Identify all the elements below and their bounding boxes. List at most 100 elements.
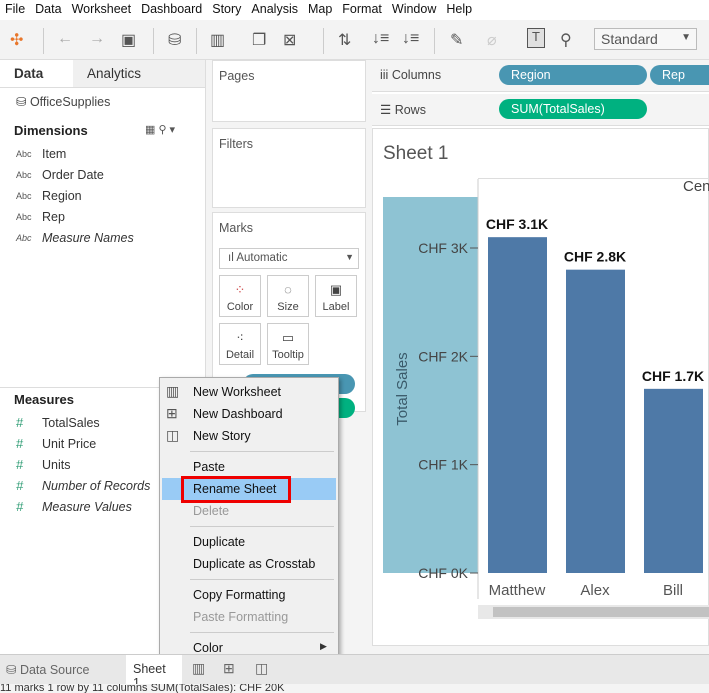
menu-item-paste-formatting[interactable]: Paste Formatting xyxy=(193,610,288,624)
field-unit-price[interactable]: # Unit Price xyxy=(16,436,96,451)
sort-descending-icon[interactable]: ↓≡ xyxy=(402,30,419,48)
menu-item-delete[interactable]: Delete xyxy=(193,504,229,518)
menu-worksheet[interactable]: Worksheet xyxy=(67,0,137,20)
number-type-icon: # xyxy=(16,478,24,493)
filters-card[interactable]: Filters xyxy=(212,128,366,208)
field-order-date[interactable]: Abc Order Date xyxy=(16,168,104,182)
detail-icon: ⁖ xyxy=(236,330,244,345)
rows-shelf[interactable]: ☰ Rows SUM(TotalSales) xyxy=(372,94,709,126)
menu-help[interactable]: Help xyxy=(441,0,477,20)
menu-item-new-worksheet[interactable]: New Worksheet xyxy=(193,385,281,399)
tab-data[interactable]: Data xyxy=(0,60,73,87)
tab-analytics[interactable]: Analytics xyxy=(73,60,155,87)
menu-dashboard[interactable]: Dashboard xyxy=(136,0,207,20)
attach-icon[interactable]: ⌀ xyxy=(487,30,497,50)
new-datasource-icon[interactable]: ⛁ xyxy=(168,30,181,50)
button-label: Color xyxy=(226,301,254,313)
swap-icon[interactable]: ⇅ xyxy=(338,30,351,50)
columns-shelf[interactable]: iii Columns Region Rep xyxy=(372,60,709,92)
mark-type-dropdown[interactable]: ıl Automatic ▼ xyxy=(219,248,359,269)
menu-bar: File Data Worksheet Dashboard Story Anal… xyxy=(0,0,709,20)
save-icon[interactable]: ▣ xyxy=(121,30,136,50)
field-rep[interactable]: Abc Rep xyxy=(16,210,65,224)
pill-sum-totalsales[interactable]: SUM(TotalSales) xyxy=(499,99,647,119)
redo-icon[interactable]: → xyxy=(89,30,105,48)
menu-story[interactable]: Story xyxy=(207,0,246,20)
duplicate-sheet-icon[interactable]: ❐ xyxy=(252,30,266,50)
sheet1-tab[interactable]: Sheet 1 xyxy=(126,655,182,690)
menu-analysis[interactable]: Analysis xyxy=(246,0,303,20)
pill-region[interactable]: Region xyxy=(499,65,647,85)
number-type-icon: # xyxy=(16,499,24,514)
filters-title: Filters xyxy=(219,137,254,151)
menu-format[interactable]: Format xyxy=(337,0,387,20)
datasource-item[interactable]: ⛁ OfficeSupplies xyxy=(16,94,110,109)
field-measure-names[interactable]: Abc Measure Names xyxy=(16,231,134,245)
field-name: Number of Records xyxy=(42,478,151,493)
highlight-icon[interactable]: ✎ xyxy=(450,30,463,50)
new-dashboard-tab-icon[interactable]: ⊞ xyxy=(223,660,235,677)
menu-file[interactable]: File xyxy=(0,0,30,20)
field-name: Rep xyxy=(42,210,65,224)
bar-bill xyxy=(644,388,703,573)
new-worksheet-icon[interactable]: ▥ xyxy=(210,30,225,50)
tooltip-button[interactable]: ▭ Tooltip xyxy=(267,323,309,365)
field-units[interactable]: # Units xyxy=(16,457,70,472)
undo-icon[interactable]: ← xyxy=(57,30,73,48)
button-label: Size xyxy=(277,301,299,313)
x-tick-label: Bill xyxy=(663,582,683,599)
menu-item-rename-sheet[interactable]: Rename Sheet xyxy=(193,482,276,496)
menu-separator xyxy=(190,579,334,580)
color-button[interactable]: ⁘ Color xyxy=(219,275,261,317)
button-label: Tooltip xyxy=(272,349,304,361)
label-button[interactable]: ▣ Label xyxy=(315,275,357,317)
size-button[interactable]: ◌ Size xyxy=(267,275,309,317)
dimensions-heading: Dimensions xyxy=(14,123,88,138)
field-number-of-records[interactable]: # Number of Records xyxy=(16,478,150,493)
menu-item-paste[interactable]: Paste xyxy=(193,460,225,474)
tableau-logo-icon[interactable]: ✣ xyxy=(10,30,23,50)
sort-ascending-icon[interactable]: ↓≡ xyxy=(372,30,389,48)
datasource-name: OfficeSupplies xyxy=(29,95,111,109)
submenu-arrow-icon: ▶ xyxy=(320,641,327,651)
new-worksheet-tab-icon[interactable]: ▥ xyxy=(192,660,205,677)
number-type-icon: # xyxy=(16,415,24,430)
clear-sheet-icon[interactable]: ⊠ xyxy=(283,30,296,50)
data-label: CHF 2.8K xyxy=(564,249,626,265)
y-tick-label: CHF 2K xyxy=(418,348,468,364)
field-name: Item xyxy=(42,147,67,161)
menu-separator xyxy=(190,632,334,633)
field-measure-values[interactable]: # Measure Values xyxy=(16,499,132,514)
fit-dropdown[interactable]: Standard ▼ xyxy=(594,28,697,50)
data-label: CHF 1.7K xyxy=(642,368,704,384)
pill-rep[interactable]: Rep xyxy=(650,65,709,85)
field-item[interactable]: Abc Item xyxy=(16,147,66,161)
data-label: CHF 3.1K xyxy=(486,216,548,232)
datasource-icon: ⛁ xyxy=(16,95,30,109)
rows-label: ☰ Rows xyxy=(380,103,426,117)
pages-card[interactable]: Pages xyxy=(212,60,366,122)
menu-item-new-story[interactable]: New Story xyxy=(193,429,251,443)
menu-item-duplicate[interactable]: Duplicate xyxy=(193,535,245,549)
field-name: Region xyxy=(42,189,82,203)
y-tick-label: CHF 3K xyxy=(418,240,468,256)
menu-data[interactable]: Data xyxy=(30,0,66,20)
datasource-tab[interactable]: ⛁ Data Source xyxy=(6,662,89,677)
show-labels-icon[interactable]: T xyxy=(527,28,545,48)
chevron-down-icon: ▼ xyxy=(345,252,354,262)
menu-item-new-dashboard[interactable]: New Dashboard xyxy=(193,407,283,421)
new-story-tab-icon[interactable]: ◫ xyxy=(255,660,268,677)
dimensions-tools-icon[interactable]: ▦ ⚲ ▾ xyxy=(145,123,175,136)
y-tick-label: CHF 0K xyxy=(418,565,468,581)
menu-item-duplicate-as-crosstab[interactable]: Duplicate as Crosstab xyxy=(193,557,315,571)
pin-icon[interactable]: ⚲ xyxy=(560,30,572,50)
menu-item-copy-formatting[interactable]: Copy Formatting xyxy=(193,588,285,602)
menu-window[interactable]: Window xyxy=(387,0,441,20)
field-region[interactable]: Abc Region xyxy=(16,189,82,203)
menu-item-color[interactable]: Color xyxy=(193,641,223,655)
detail-button[interactable]: ⁖ Detail xyxy=(219,323,261,365)
string-type-icon: Abc xyxy=(16,170,32,180)
field-totalsales[interactable]: # TotalSales xyxy=(16,415,100,430)
menu-map[interactable]: Map xyxy=(303,0,337,20)
field-name: Order Date xyxy=(42,168,104,182)
